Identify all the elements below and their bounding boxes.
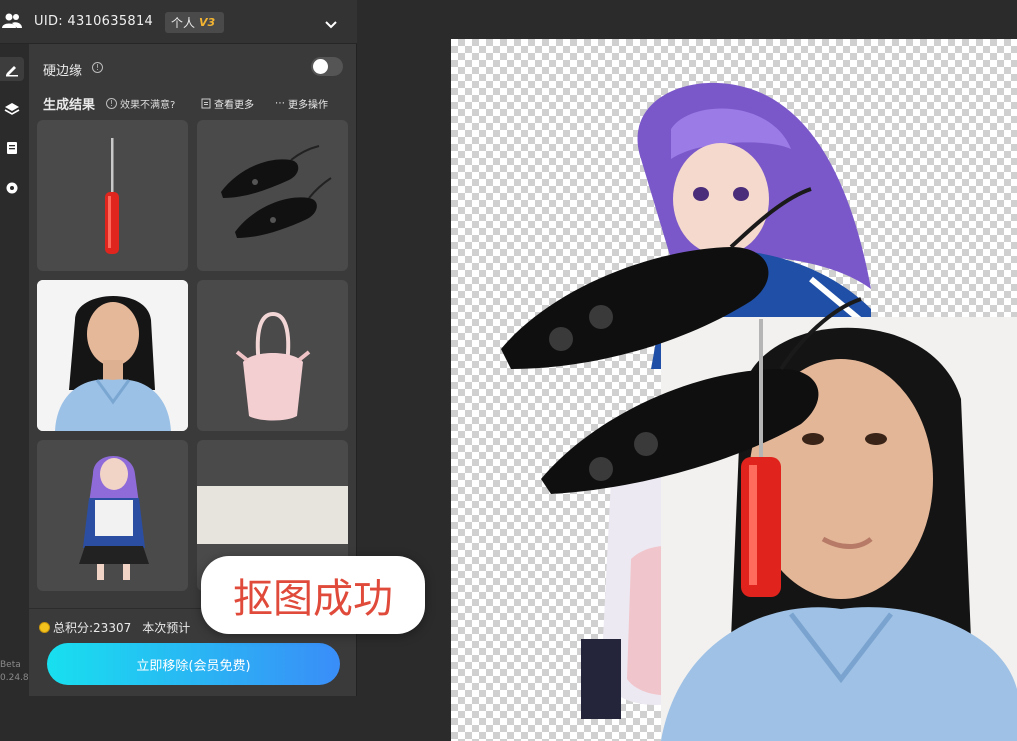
hard-edge-info-icon[interactable]: ! xyxy=(92,62,103,73)
hard-edge-toggle[interactable] xyxy=(311,57,343,76)
hard-edge-row: 硬边缘 ! xyxy=(29,52,356,82)
view-more-link[interactable]: 查看更多 xyxy=(201,96,254,111)
feedback-label: 效果不满意? xyxy=(120,100,176,111)
points-label: 总积分:23307 xyxy=(53,621,132,635)
shoes-icon xyxy=(221,145,332,238)
uid-text: UID: 4310635814 xyxy=(34,14,153,29)
ellipsis-icon: ⋯ xyxy=(275,98,285,109)
account-header[interactable]: UID: 4310635814 个人 V3 xyxy=(0,0,357,44)
screwdriver-icon xyxy=(105,138,119,254)
result-thumbnail-screwdriver[interactable] xyxy=(37,120,188,271)
layers-icon[interactable] xyxy=(0,97,24,121)
plan-tier: V3 xyxy=(199,16,216,29)
more-ops-label: 更多操作 xyxy=(288,100,328,111)
uid-label: UID: xyxy=(34,14,63,29)
beta-label: Beta xyxy=(0,660,21,670)
canvas-preview[interactable] xyxy=(451,39,1017,741)
hard-edge-label: 硬边缘 xyxy=(43,64,83,79)
feedback-link[interactable]: ! 效果不满意? xyxy=(106,96,175,111)
results-bar: 生成结果 ! 效果不满意? 查看更多 ⋯ 更多操作 xyxy=(29,92,356,114)
result-thumbnail-shoes[interactable] xyxy=(197,120,348,271)
tool-rail: Beta 0.24.8 xyxy=(0,0,29,741)
canvas-image xyxy=(501,82,1017,741)
brush-tool-icon[interactable] xyxy=(0,57,24,81)
feedback-info-icon: ! xyxy=(106,98,117,109)
result-thumbnail-portrait[interactable] xyxy=(37,280,188,431)
notes-icon[interactable] xyxy=(0,136,24,160)
woman-portrait-icon xyxy=(37,280,188,431)
anime-girl-icon xyxy=(79,456,149,580)
success-toast: 抠图成功 xyxy=(201,556,425,634)
version-number: 0.24.8 xyxy=(0,673,29,683)
view-more-label: 查看更多 xyxy=(214,100,254,111)
toggle-knob xyxy=(313,59,328,74)
settings-gear-icon[interactable] xyxy=(0,176,24,200)
version-label: Beta 0.24.8 xyxy=(0,659,29,685)
pink-handbag-icon xyxy=(235,311,311,421)
results-grid xyxy=(37,120,349,592)
results-title: 生成结果 xyxy=(43,98,96,113)
users-icon xyxy=(2,12,22,34)
result-thumbnail-anime-girl[interactable] xyxy=(37,440,188,591)
plan-badge: 个人 V3 xyxy=(165,12,224,33)
coin-icon xyxy=(39,622,50,633)
estimate-label: 本次预计 xyxy=(142,621,191,635)
chevron-down-icon[interactable] xyxy=(325,15,337,34)
more-ops-link[interactable]: ⋯ 更多操作 xyxy=(275,96,328,111)
points-row: 总积分:23307 本次预计 xyxy=(39,619,190,636)
result-thumbnail-handbag[interactable] xyxy=(197,280,348,431)
document-icon xyxy=(201,98,211,109)
uid-value: 4310635814 xyxy=(67,14,154,29)
remove-now-button[interactable]: 立即移除(会员免费) xyxy=(47,643,340,685)
plan-label: 个人 xyxy=(171,16,196,30)
